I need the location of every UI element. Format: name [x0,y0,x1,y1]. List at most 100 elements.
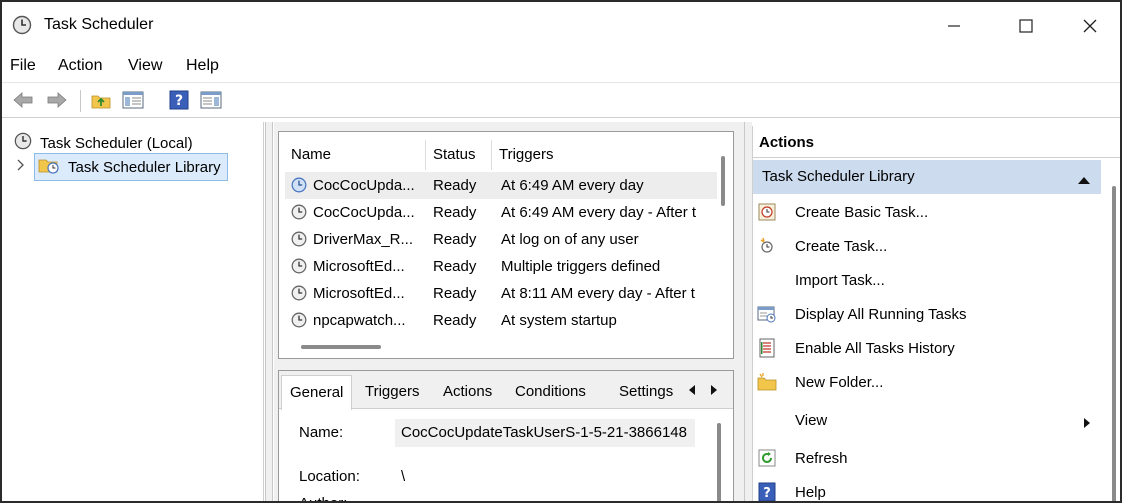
actions-splitter[interactable] [744,122,752,501]
menu-view[interactable]: View [128,57,162,75]
task-triggers: Multiple triggers defined [501,258,661,275]
action-enable-tasks-history[interactable]: Enable All Tasks History [753,332,1101,366]
action-label: Refresh [795,450,848,467]
task-clock-icon [291,177,307,197]
actions-title: Actions [753,126,1120,158]
name-label: Name: [299,424,344,441]
center-pane: Name Status Triggers CocCocUpda... Ready… [274,122,744,501]
title-bar: Task Scheduler [2,2,1120,50]
actions-group-header[interactable]: Task Scheduler Library [753,160,1101,194]
create-task-icon [757,236,777,260]
close-button[interactable] [1060,2,1120,50]
task-triggers: At 6:49 AM every day [501,177,644,194]
menu-file[interactable]: File [10,57,36,75]
chevron-right-icon[interactable] [16,158,26,176]
forward-arrow-icon[interactable] [46,90,68,110]
task-list-header: Name Status Triggers [279,132,719,174]
show-hide-console-tree-icon[interactable] [122,90,144,110]
actions-pane: Actions Task Scheduler Library Create Ba… [752,126,1120,501]
task-name-value: CocCocUpdateTaskUserS-1-5-21-3866148 [401,424,687,441]
task-list: Name Status Triggers CocCocUpda... Ready… [278,131,734,359]
location-label: Location: [299,468,360,485]
action-label: Help [795,484,826,501]
task-clock-icon [291,258,307,278]
task-list-vertical-scrollbar[interactable] [721,156,725,206]
task-name: CocCocUpda... [313,177,415,194]
column-divider[interactable] [491,140,492,170]
task-status: Ready [433,231,477,248]
action-label: Create Basic Task... [795,204,929,221]
submenu-arrow-icon [1083,416,1091,433]
tree-item-library[interactable]: Task Scheduler Library [16,153,228,181]
table-row[interactable]: npcapwatch... Ready At system startup [285,307,717,334]
show-hide-action-pane-icon[interactable] [200,90,222,110]
tab-scroll-left-button[interactable] [683,381,701,399]
tab-scroll-right-button[interactable] [705,381,723,399]
action-create-basic-task[interactable]: Create Basic Task... [753,196,1101,230]
action-help[interactable]: ? Help [753,476,1101,501]
action-create-task[interactable]: Create Task... [753,230,1101,264]
task-clock-icon [291,204,307,224]
clock-icon [14,132,32,154]
table-row[interactable]: DriverMax_R... Ready At log on of any us… [285,226,717,253]
actions-vertical-scrollbar[interactable] [1112,186,1116,501]
table-row[interactable]: MicrosoftEd... Ready Multiple triggers d… [285,253,717,280]
back-arrow-icon[interactable] [12,90,34,110]
tree-splitter[interactable] [265,122,273,501]
action-view[interactable]: View [753,404,1101,438]
menu-bar: File Action View Help [2,52,1120,82]
task-name: MicrosoftEd... [313,258,405,275]
column-divider[interactable] [425,140,426,170]
maximize-button[interactable] [996,2,1056,50]
task-details: General Triggers Actions Conditions Sett… [278,370,734,501]
task-name-field[interactable]: CocCocUpdateTaskUserS-1-5-21-3866148 [395,419,695,447]
help-icon[interactable]: ? [168,90,190,110]
running-tasks-icon [757,304,777,328]
toolbar-separator [80,90,81,112]
task-status: Ready [433,285,477,302]
task-triggers: At 8:11 AM every day - After t [501,285,695,302]
action-label: Import Task... [795,272,885,289]
tab-conditions[interactable]: Conditions [515,383,586,400]
tab-general[interactable]: General [281,375,353,410]
action-label: View [795,412,828,429]
up-folder-icon[interactable] [90,90,112,110]
triangle-right-icon [711,385,717,395]
table-row[interactable]: CocCocUpda... Ready At 6:49 AM every day… [285,199,717,226]
collapse-triangle-icon[interactable] [1077,172,1091,189]
clock-icon [12,15,32,39]
tab-settings[interactable]: Settings [619,383,673,400]
action-label: Enable All Tasks History [795,340,955,357]
task-status: Ready [433,177,477,194]
tree-selection: Task Scheduler Library [34,153,228,181]
task-status: Ready [433,258,477,275]
tree-item-local[interactable]: Task Scheduler (Local) [14,131,193,155]
maximize-icon [1019,19,1033,33]
task-scheduler-window: Task Scheduler File Action View Help ? T… [0,0,1122,503]
svg-text:?: ? [175,93,183,109]
task-clock-icon [291,231,307,251]
minimize-button[interactable] [924,2,984,50]
tree-item-label: Task Scheduler (Local) [40,134,193,152]
column-status[interactable]: Status [433,146,476,163]
task-list-horizontal-scrollbar[interactable] [301,345,381,349]
tab-triggers[interactable]: Triggers [365,383,419,400]
task-name: CocCocUpda... [313,204,415,221]
tab-actions[interactable]: Actions [443,383,492,400]
column-triggers[interactable]: Triggers [499,146,553,163]
task-triggers: At system startup [501,312,617,329]
triangle-left-icon [689,385,695,395]
action-import-task[interactable]: Import Task... [753,264,1101,298]
action-label: New Folder... [795,374,884,391]
table-row[interactable]: MicrosoftEd... Ready At 8:11 AM every da… [285,280,717,307]
menu-action[interactable]: Action [58,57,102,75]
menu-help[interactable]: Help [186,57,219,75]
column-name[interactable]: Name [291,146,331,163]
action-new-folder[interactable]: New Folder... [753,366,1101,400]
action-display-running-tasks[interactable]: Display All Running Tasks [753,298,1101,332]
details-vertical-scrollbar[interactable] [717,423,721,501]
table-row[interactable]: CocCocUpda... Ready At 6:49 AM every day [285,172,717,199]
console-tree: Task Scheduler (Local) Task Scheduler Li… [2,122,264,501]
action-label: Display All Running Tasks [795,306,967,323]
action-refresh[interactable]: Refresh [753,442,1101,476]
